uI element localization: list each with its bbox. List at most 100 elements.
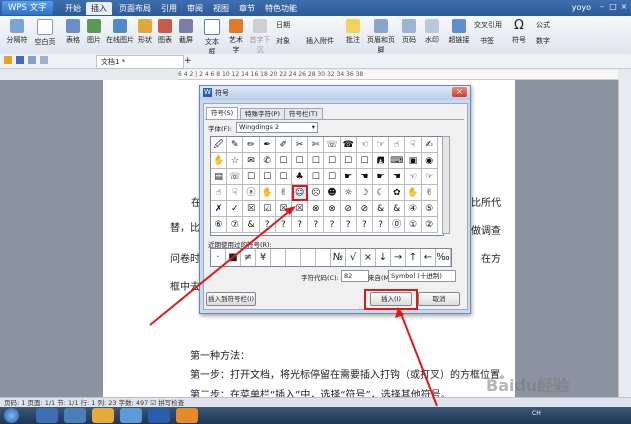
picture-button[interactable]: 图片 <box>85 19 103 49</box>
symbol-cell[interactable]: ☞ <box>373 137 390 153</box>
selected-symbol-cell[interactable]: ☺ <box>292 185 309 201</box>
symbol-cell[interactable]: ✎ <box>227 137 244 153</box>
page-break-button[interactable]: 分隔符 <box>4 19 30 49</box>
symbol-cell[interactable]: ☐ <box>275 153 292 169</box>
tab-symbol-bar[interactable]: 符号栏(T) <box>284 108 323 119</box>
recent-symbol-cell[interactable]: ‰ <box>436 249 451 266</box>
symbol-cell[interactable]: ☐ <box>356 153 373 169</box>
chart-button[interactable]: 图表 <box>156 19 174 49</box>
symbol-cell[interactable]: ☽ <box>356 185 373 201</box>
symbol-cell[interactable]: ☐ <box>324 169 341 185</box>
symbol-cell[interactable]: ⑤ <box>421 201 438 217</box>
symbol-cell[interactable]: ☚ <box>389 169 406 185</box>
app-icon[interactable] <box>64 408 86 423</box>
symbol-cell[interactable]: ☑ <box>259 201 276 217</box>
symbol-cell[interactable]: ? <box>275 217 292 233</box>
recent-symbol-cell[interactable]: № <box>331 249 346 266</box>
input-language[interactable]: CH <box>532 410 541 417</box>
tab-special-features[interactable]: 特色功能 <box>260 2 302 15</box>
symbol-cell[interactable]: ✋ <box>405 185 422 201</box>
symbol-cell[interactable]: ☆ <box>227 153 244 169</box>
recent-symbol-cell[interactable] <box>271 249 286 266</box>
symbol-cell[interactable]: ✐ <box>275 137 292 153</box>
symbol-cell[interactable]: ⊗ <box>324 201 341 217</box>
symbol-cell[interactable]: ☾ <box>373 185 390 201</box>
open-folder-icon[interactable] <box>4 56 12 64</box>
cross-reference-button[interactable]: 交叉引用 <box>474 20 502 30</box>
symbol-cell[interactable]: ④ <box>405 201 422 217</box>
symbol-cell[interactable]: ☐ <box>340 153 357 169</box>
symbol-cell[interactable]: ⊗ <box>308 201 325 217</box>
recent-symbol-cell[interactable]: ≠ <box>241 249 256 266</box>
bookmark-button[interactable]: 书签 <box>480 36 494 46</box>
document-tab[interactable]: 文档1 * <box>96 55 184 69</box>
wps-writer-icon[interactable] <box>148 408 170 423</box>
symbol-cell[interactable]: ☝ <box>211 185 228 201</box>
symbol-cell[interactable]: ☎ <box>340 137 357 153</box>
symbol-cell[interactable]: ✋ <box>259 185 276 201</box>
symbol-cell[interactable]: ⓐ <box>243 185 260 201</box>
symbol-cell[interactable]: ☜ <box>405 169 422 185</box>
symbol-cell[interactable]: ♣ <box>292 169 309 185</box>
symbol-cell[interactable]: ? <box>356 217 373 233</box>
symbol-cell[interactable]: ☐ <box>292 153 309 169</box>
symbol-cell[interactable]: ☟ <box>405 137 422 153</box>
symbol-cell[interactable]: ✏ <box>243 137 260 153</box>
symbol-cell[interactable]: ① <box>405 217 422 233</box>
textbox-button[interactable]: 文本框 <box>202 19 222 56</box>
recent-symbol-cell[interactable] <box>316 249 331 266</box>
comment-button[interactable]: 批注 <box>344 19 362 49</box>
symbol-cell[interactable]: ? <box>373 217 390 233</box>
user-name[interactable]: yoyo <box>572 2 591 14</box>
recent-symbol-cell[interactable]: · <box>211 249 226 266</box>
insert-attachment-button[interactable]: 插入附件 <box>306 36 334 46</box>
recent-symbols[interactable]: · ■ ≠ ¥ № √ × ↓ → ↑ ← ‰ <box>210 248 452 267</box>
page-number-button[interactable]: 页码 <box>400 19 418 49</box>
watermark-button[interactable]: 水印 <box>422 19 442 49</box>
symbol-cell[interactable]: ☐ <box>324 153 341 169</box>
recent-symbol-cell[interactable]: × <box>361 249 376 266</box>
symbol-cell[interactable]: ☐ <box>243 169 260 185</box>
tab-special-chars[interactable]: 特殊字符(P) <box>240 108 285 119</box>
symbol-cell[interactable]: ☟ <box>227 185 244 201</box>
preview-icon[interactable] <box>40 56 48 64</box>
cancel-button[interactable]: 取消 <box>418 292 460 306</box>
date-button[interactable]: 日期 <box>276 20 290 30</box>
symbol-cell[interactable]: ✍ <box>421 137 438 153</box>
symbol-cell[interactable]: & <box>389 201 406 217</box>
app-icon[interactable] <box>120 408 142 423</box>
symbol-cell[interactable]: ? <box>308 217 325 233</box>
insert-to-symbol-bar-button[interactable]: 插入到符号栏(I) <box>206 292 256 306</box>
symbol-cell[interactable]: ✒ <box>259 137 276 153</box>
font-select[interactable]: Wingdings 2 ▾ <box>236 122 318 133</box>
symbol-cell[interactable]: ☏ <box>324 137 341 153</box>
symbol-button[interactable]: Ω 符号 <box>510 19 528 49</box>
symbol-cell[interactable]: ✌ <box>275 185 292 201</box>
symbol-cell[interactable]: ☼ <box>340 185 357 201</box>
table-button[interactable]: 表格 <box>64 19 82 49</box>
symbol-grid[interactable]: 🖉 ✎ ✏ ✒ ✐ ✂ ✄ ☏ ☎ ☜ ☞ ☝ ☟ ✍ ✋ ☆ ✉ ✆ ☐ ☐ ☐ ☐ ☐ ☐ 🖪 ⌨ ▣ ◉ ▤ ☏ ☐ ☐ ☐ ♣ ☐ ☐ ☛ ☚ ☛ ☚… <box>210 136 444 236</box>
symbol-cell[interactable]: ? <box>292 217 309 233</box>
symbol-cell[interactable]: ☛ <box>340 169 357 185</box>
blank-page-button[interactable]: 空白页 <box>32 19 58 49</box>
symbol-cell[interactable]: ⑥ <box>211 217 228 233</box>
formula-button[interactable]: 公式 <box>536 20 550 30</box>
symbol-cell[interactable]: ⊘ <box>356 201 373 217</box>
symbol-cell[interactable]: ☝ <box>389 137 406 153</box>
symbol-cell[interactable]: ? <box>340 217 357 233</box>
folder-icon[interactable] <box>92 408 114 423</box>
symbol-cell[interactable]: ⓪ <box>389 217 406 233</box>
close-icon[interactable]: × <box>619 2 629 12</box>
recent-symbol-cell[interactable]: ← <box>421 249 436 266</box>
symbol-cell[interactable]: 🖪 <box>373 153 390 169</box>
tab-start[interactable]: 开始 <box>60 2 86 15</box>
symbol-cell[interactable]: ✓ <box>227 201 244 217</box>
symbol-cell[interactable]: ☹ <box>308 185 325 201</box>
wps-app-button[interactable]: WPS 文字 <box>2 1 53 15</box>
symbol-cell[interactable]: ☐ <box>308 169 325 185</box>
recent-symbol-cell[interactable]: → <box>391 249 406 266</box>
symbol-cell[interactable]: ☞ <box>421 169 438 185</box>
tab-review[interactable]: 审阅 <box>182 2 208 15</box>
symbol-cell[interactable]: ☒ <box>292 201 309 217</box>
wordart-button[interactable]: 艺术字 <box>226 19 246 54</box>
